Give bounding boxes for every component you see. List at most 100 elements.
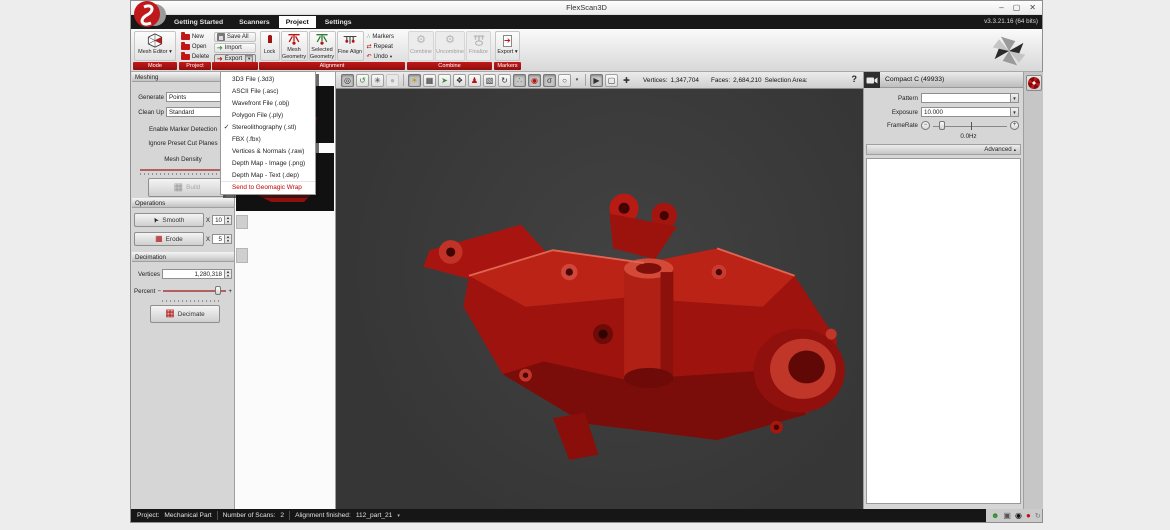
move-icon[interactable]: ✚ [620, 74, 633, 87]
sync-status-icon[interactable]: ↻ [1035, 512, 1041, 520]
smooth-button[interactable]: ➤Smooth [134, 213, 204, 227]
mesh-editor-button[interactable]: Mesh Editor ▾ [134, 31, 176, 61]
framerate-plus-button[interactable]: + [1010, 121, 1019, 130]
spin-down-icon[interactable]: ▼ [225, 220, 231, 224]
fit-view-icon[interactable]: ◎ [341, 74, 354, 87]
reset-view-icon[interactable]: ↺ [356, 74, 369, 87]
undo-dropdown-arrow[interactable]: ▾ [390, 54, 392, 60]
scan-aperture-button[interactable] [1026, 75, 1042, 91]
build-button[interactable]: ▦ Build [148, 178, 226, 197]
percent-slider-handle[interactable] [215, 286, 221, 295]
combine-button[interactable]: ⚙ Combine [408, 31, 434, 61]
play-icon[interactable]: ▶ [590, 74, 603, 87]
spin-down-icon[interactable]: ▼ [225, 239, 231, 243]
operations-header: Operations [132, 198, 234, 208]
mesh-geometry-button[interactable]: Mesh Geometry [281, 31, 308, 61]
pick-arrow-icon[interactable]: ➤ [438, 74, 451, 87]
percent-plus-label[interactable]: + [228, 288, 232, 295]
menu-item-depth-map-text[interactable]: Depth Map - Text (.dep) [221, 169, 315, 181]
mesh-density-slider[interactable] [140, 169, 226, 171]
select-mode-dropdown-icon[interactable]: ▾ [573, 74, 581, 87]
maximize-button[interactable]: ▢ [1013, 3, 1021, 12]
lasso-select-icon[interactable]: σ [543, 74, 556, 87]
framerate-slider[interactable] [933, 122, 1007, 130]
selection-box-icon[interactable]: ▧ [483, 74, 496, 87]
circle-select-icon[interactable]: ○ [558, 74, 571, 87]
marker-select-icon[interactable]: ◉ [528, 74, 541, 87]
percent-slider[interactable] [163, 287, 226, 295]
tab-getting-started[interactable]: Getting Started [167, 16, 230, 28]
status-dropdown-arrow[interactable]: ▾ [397, 513, 400, 519]
close-button[interactable]: ✕ [1029, 3, 1036, 12]
brand-pinwheel-icon [986, 33, 1032, 69]
menu-item-3d3[interactable]: 3D3 File (.3d3) [221, 73, 315, 85]
delete-button[interactable]: Delete [179, 52, 211, 61]
group-label-mode: Mode [133, 62, 177, 70]
exposure-select[interactable]: 10.000▼ [921, 107, 1019, 117]
viewport-3d[interactable]: ◎ ↺ ✳ ● ☀ ▦ ➤ ❖ ♟ ▧ ↻ ∴ ◉ σ ○ ▾ ▶ ▢ ✚ Ve… [336, 72, 863, 509]
finalize-button[interactable]: Finalize [466, 31, 491, 61]
vertices-stepper[interactable]: 1,280,318▲▼ [162, 269, 232, 279]
ribbon-group-combine: ⚙ Combine ⚙ Uncombine Finalize Combine [407, 31, 492, 71]
smooth-icon: ➤ [151, 215, 161, 224]
enable-marker-detection-option[interactable]: Enable Marker Detection [132, 126, 234, 133]
pattern-label: Pattern [866, 95, 918, 102]
user-status-icon[interactable]: ☻ [991, 511, 999, 520]
framerate-minus-button[interactable]: − [921, 121, 930, 130]
help-icon[interactable]: ? [852, 74, 858, 84]
minimize-button[interactable]: – [999, 3, 1003, 12]
chevron-down-icon[interactable]: ▼ [1010, 94, 1018, 102]
decimate-button[interactable]: ▦ Decimate [150, 305, 220, 323]
save-all-button[interactable]: Save All [214, 32, 256, 42]
figure-icon[interactable]: ♟ [468, 74, 481, 87]
rotate-view-icon[interactable]: ↻ [498, 74, 511, 87]
selected-geometry-button[interactable]: Selected Geometry [309, 31, 336, 61]
pivot-icon[interactable]: ❖ [453, 74, 466, 87]
camera-detail-list[interactable] [866, 158, 1021, 504]
grid-icon[interactable]: ▦ [423, 74, 436, 87]
menu-item-send-to-geomagic[interactable]: Send to Geomagic Wrap [221, 181, 315, 193]
ignore-cut-planes-option[interactable]: Ignore Preset Cut Planes [132, 140, 234, 147]
erode-button[interactable]: ▦Erode [134, 232, 204, 246]
import-button[interactable]: ➜Import [214, 43, 256, 53]
menu-item-wavefront[interactable]: Wavefront File (.obj) [221, 97, 315, 109]
group-label-file [212, 62, 258, 70]
point-pick-icon[interactable]: ∴ [513, 74, 526, 87]
open-button[interactable]: Open [179, 42, 211, 51]
tab-settings[interactable]: Settings [318, 16, 359, 28]
percent-minus-label[interactable]: − [157, 288, 161, 295]
lock-button[interactable]: Lock [260, 31, 280, 61]
menu-item-depth-map-image[interactable]: Depth Map - Image (.png) [221, 157, 315, 169]
menu-item-stereolithography[interactable]: ✓Stereolithography (.stl) [221, 121, 315, 133]
pattern-select[interactable]: ▼ [921, 93, 1019, 103]
framerate-slider-handle[interactable] [939, 121, 945, 130]
fine-align-button[interactable]: Fine Align [337, 31, 364, 61]
new-button[interactable]: New [179, 32, 211, 41]
menu-item-fbx[interactable]: FBX (.fbx) [221, 133, 315, 145]
export-markers-button[interactable]: Export ▾ [495, 31, 520, 61]
repeat-button[interactable]: ⇄Repeat [365, 42, 405, 51]
smooth-count-stepper[interactable]: 10▲▼ [212, 215, 232, 225]
scanned-model-3d[interactable] [416, 184, 854, 466]
lightbulb-icon[interactable]: ☀ [408, 74, 421, 87]
erode-count-stepper[interactable]: 5▲▼ [212, 234, 232, 244]
point-display-icon[interactable]: ● [386, 74, 399, 87]
tab-scanners[interactable]: Scanners [232, 16, 277, 28]
chevron-down-icon[interactable]: ▼ [1010, 108, 1018, 116]
menu-item-ascii[interactable]: ASCII File (.asc) [221, 85, 315, 97]
display-status-icon[interactable]: ▣ [1003, 511, 1011, 520]
scan-list-item-partial[interactable] [236, 215, 248, 229]
spin-down-icon[interactable]: ▼ [225, 274, 231, 278]
uncombine-button[interactable]: ⚙ Uncombine [435, 31, 465, 61]
menu-item-polygon[interactable]: Polygon File (.ply) [221, 109, 315, 121]
menu-item-vertices-normals[interactable]: Vertices & Normals (.raw) [221, 145, 315, 157]
stop-icon[interactable]: ▢ [605, 74, 618, 87]
shading-mode-icon[interactable]: ✳ [371, 74, 384, 87]
scan-list-item-partial[interactable] [236, 248, 248, 263]
markers-button[interactable]: ∴Markers [365, 32, 405, 41]
camera-status-icon[interactable]: ◉ [1015, 511, 1022, 520]
undo-button[interactable]: ↶Undo▾ [365, 52, 405, 61]
record-alert-icon[interactable]: ● [1026, 511, 1031, 520]
tab-project[interactable]: Project [279, 16, 316, 28]
advanced-toggle[interactable]: Advanced ▴ [866, 144, 1021, 155]
